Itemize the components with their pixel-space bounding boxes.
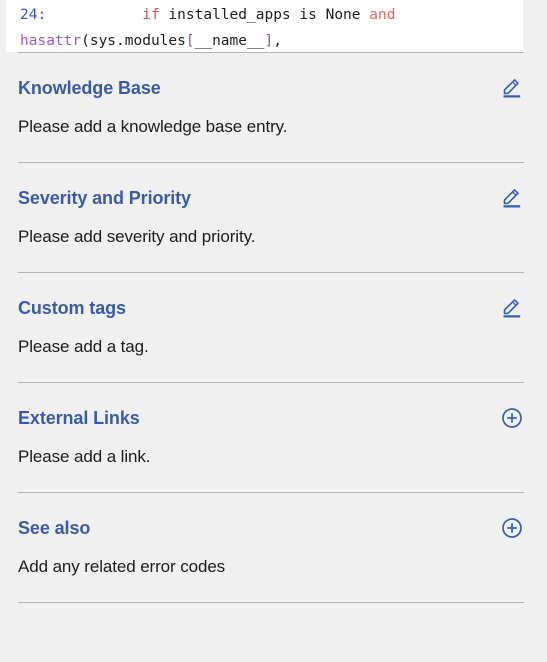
code-line-1: 24: if installed_apps is None and [20, 2, 523, 28]
section-severity-and-priority: Severity and Priority Please add severity… [0, 163, 547, 272]
section-header: External Links [0, 383, 547, 431]
section-title-severity-and-priority: Severity and Priority [18, 188, 191, 208]
code-line-2: hasattr(sys.modules[__name__], [20, 28, 523, 52]
code-token: installed_apps [159, 7, 300, 23]
section-custom-tags: Custom tags Please add a tag. [0, 273, 547, 382]
section-header: Custom tags [0, 273, 547, 321]
section-body-knowledge-base: Please add a knowledge base entry. [18, 117, 288, 136]
section-body-severity-and-priority: Please add severity and priority. [18, 227, 256, 246]
plus-circle-icon[interactable] [499, 515, 525, 541]
section-external-links: External Links Please add a link. [0, 383, 547, 492]
edit-pencil-icon[interactable] [499, 75, 525, 101]
code-token: if [142, 7, 160, 23]
traceback-code-frame: 24: if installed_apps is None and hasatt… [6, 0, 523, 52]
plus-circle-icon[interactable] [499, 405, 525, 431]
section-title-see-also: See also [18, 518, 91, 538]
edit-pencil-icon[interactable] [499, 185, 525, 211]
code-token: 24: [20, 7, 47, 23]
code-token: ] [264, 33, 274, 49]
section-body-see-also: Add any related error codes [18, 557, 226, 576]
code-token: hasattr [20, 33, 82, 49]
section-header: See also [0, 493, 547, 541]
section-see-also: See also Add any related error codes [0, 493, 547, 602]
edit-pencil-icon[interactable] [499, 295, 525, 321]
issue-detail-sections: Knowledge Base Please add a knowledge bas… [0, 52, 547, 603]
code-token: (sys.modules [81, 33, 186, 49]
code-token: [ [185, 33, 195, 49]
section-body-external-links: Please add a link. [18, 447, 151, 466]
section-header: Knowledge Base [0, 53, 547, 101]
section-body-custom-tags: Please add a tag. [18, 337, 149, 356]
section-title-external-links: External Links [18, 408, 140, 428]
section-divider [18, 602, 524, 603]
section-title-custom-tags: Custom tags [18, 298, 126, 318]
code-token: __name__ [194, 33, 265, 49]
section-knowledge-base: Knowledge Base Please add a knowledge bas… [0, 53, 547, 162]
section-title-knowledge-base: Knowledge Base [18, 78, 161, 98]
section-header: Severity and Priority [0, 163, 547, 211]
code-token: and [369, 7, 396, 23]
code-token: None [316, 7, 370, 23]
code-token: , [273, 33, 282, 49]
code-token: is [299, 7, 317, 23]
